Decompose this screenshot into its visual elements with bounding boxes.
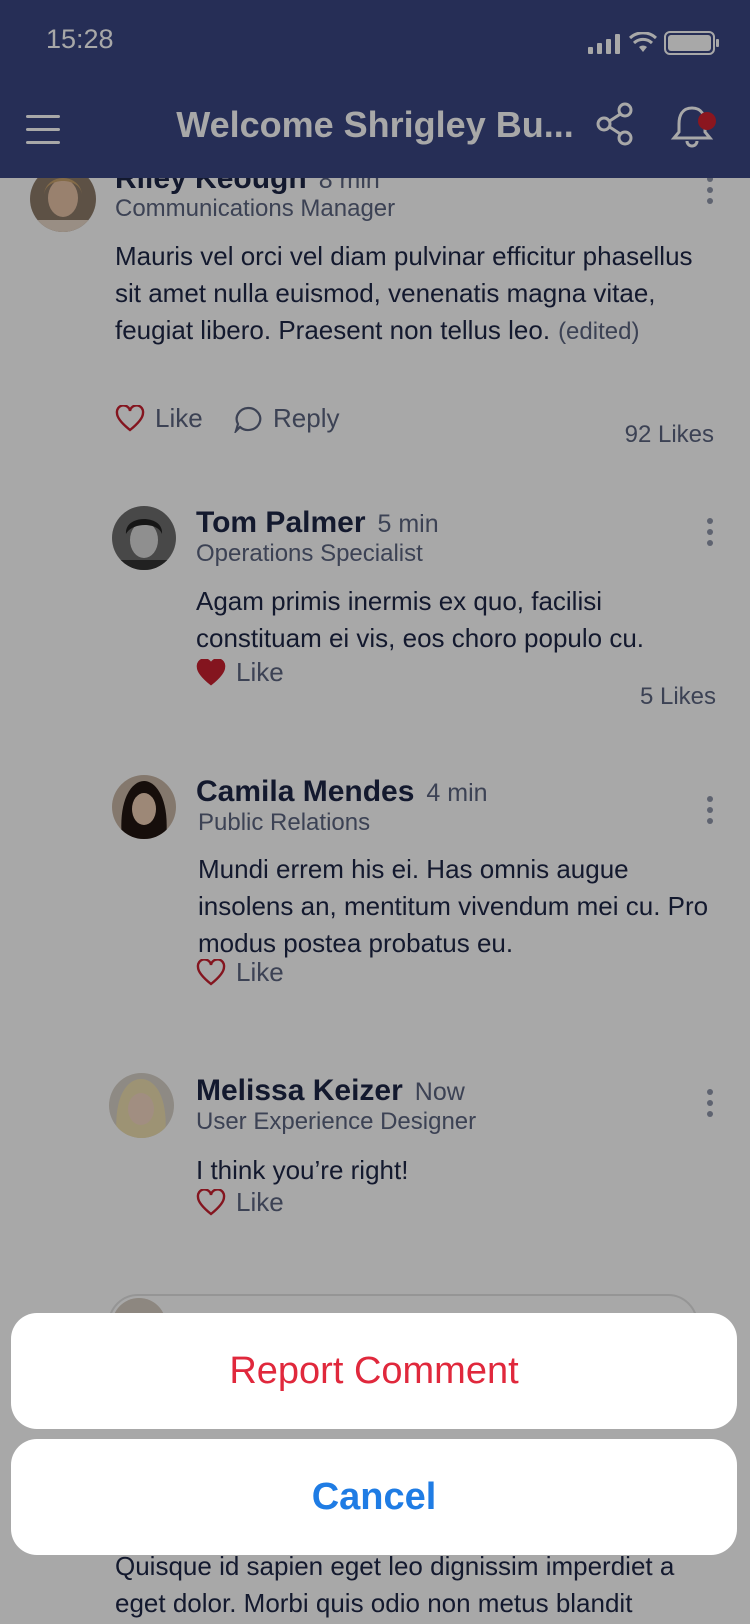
cancel-button[interactable]: Cancel <box>11 1439 737 1555</box>
report-comment-button[interactable]: Report Comment <box>11 1313 737 1429</box>
